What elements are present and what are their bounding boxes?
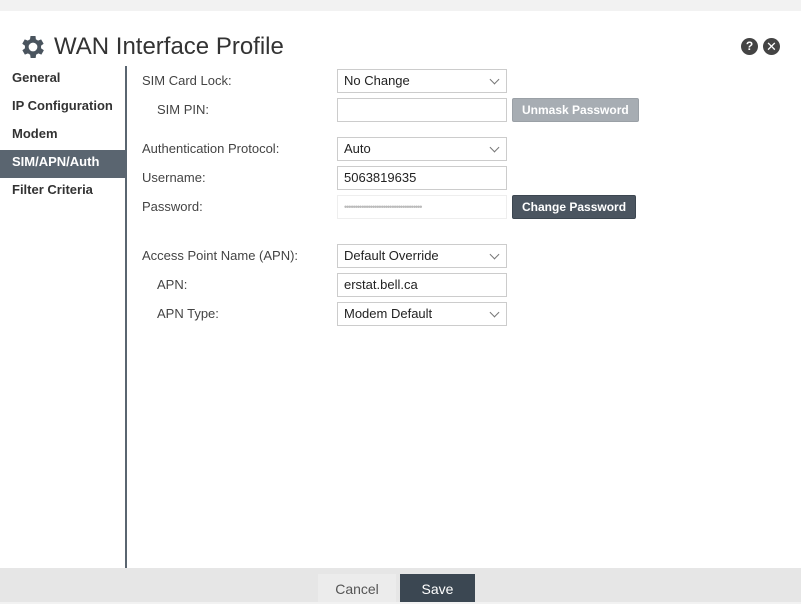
password-label: Password: xyxy=(142,199,203,214)
gear-icon xyxy=(22,36,44,58)
sidebar-item-modem[interactable]: Modem xyxy=(0,122,125,150)
sidebar-item-filter-criteria[interactable]: Filter Criteria xyxy=(0,178,125,206)
change-password-button[interactable]: Change Password xyxy=(512,195,637,219)
sim-card-lock-value: No Change xyxy=(344,73,410,88)
password-row: Password: ••••••••••••••••••••••••••••••… xyxy=(142,195,782,219)
password-input: •••••••••••••••••••••••••••••••••••• xyxy=(337,195,507,219)
dialog-title: WAN Interface Profile xyxy=(54,33,284,60)
sim-pin-label: SIM PIN: xyxy=(157,102,210,117)
cancel-button[interactable]: Cancel xyxy=(318,574,396,602)
sim-pin-input[interactable] xyxy=(337,98,507,122)
sidebar-item-sim-apn-auth[interactable]: SIM/APN/Auth xyxy=(0,150,125,178)
authentication-protocol-select[interactable]: Auto xyxy=(337,137,507,161)
wan-interface-profile-dialog: WAN Interface Profile ? ✕ General IP Con… xyxy=(0,11,801,602)
save-button[interactable]: Save xyxy=(400,574,475,602)
dialog-footer: Cancel Save xyxy=(0,568,801,602)
help-icon[interactable]: ? xyxy=(741,38,758,55)
sim-card-lock-label: SIM Card Lock: xyxy=(142,73,232,88)
apn-mode-row: Access Point Name (APN): Default Overrid… xyxy=(142,244,782,268)
sim-card-lock-select[interactable]: No Change xyxy=(337,69,507,93)
close-icon[interactable]: ✕ xyxy=(763,38,780,55)
apn-type-label: APN Type: xyxy=(157,306,219,321)
username-row: Username: 5063819635 xyxy=(142,166,782,190)
sidebar-item-general[interactable]: General xyxy=(0,66,125,94)
chevron-down-icon xyxy=(489,142,500,153)
sidebar-nav: General IP Configuration Modem SIM/APN/A… xyxy=(0,66,127,568)
sidebar-item-ip-configuration[interactable]: IP Configuration xyxy=(0,94,125,122)
chevron-down-icon xyxy=(489,307,500,318)
sim-pin-row: SIM PIN: Unmask Password xyxy=(142,98,782,122)
username-label: Username: xyxy=(142,170,206,185)
apn-type-value: Modem Default xyxy=(344,306,433,321)
apn-mode-value: Default Override xyxy=(344,248,439,263)
apn-type-row: APN Type: Modem Default xyxy=(142,302,782,326)
username-input[interactable]: 5063819635 xyxy=(337,166,507,190)
unmask-password-button[interactable]: Unmask Password xyxy=(512,98,639,122)
apn-mode-label: Access Point Name (APN): xyxy=(142,248,299,263)
apn-label: APN: xyxy=(157,277,188,292)
apn-input[interactable]: erstat.bell.ca xyxy=(337,273,507,297)
title-bar: WAN Interface Profile ? ✕ xyxy=(0,11,801,66)
authentication-protocol-value: Auto xyxy=(344,141,371,156)
authentication-protocol-row: Authentication Protocol: Auto xyxy=(142,137,782,161)
chevron-down-icon xyxy=(489,249,500,260)
apn-row: APN: erstat.bell.ca xyxy=(142,273,782,297)
sim-card-lock-row: SIM Card Lock: No Change xyxy=(142,69,782,93)
chevron-down-icon xyxy=(489,74,500,85)
apn-mode-select[interactable]: Default Override xyxy=(337,244,507,268)
apn-type-select[interactable]: Modem Default xyxy=(337,302,507,326)
authentication-protocol-label: Authentication Protocol: xyxy=(142,141,280,156)
